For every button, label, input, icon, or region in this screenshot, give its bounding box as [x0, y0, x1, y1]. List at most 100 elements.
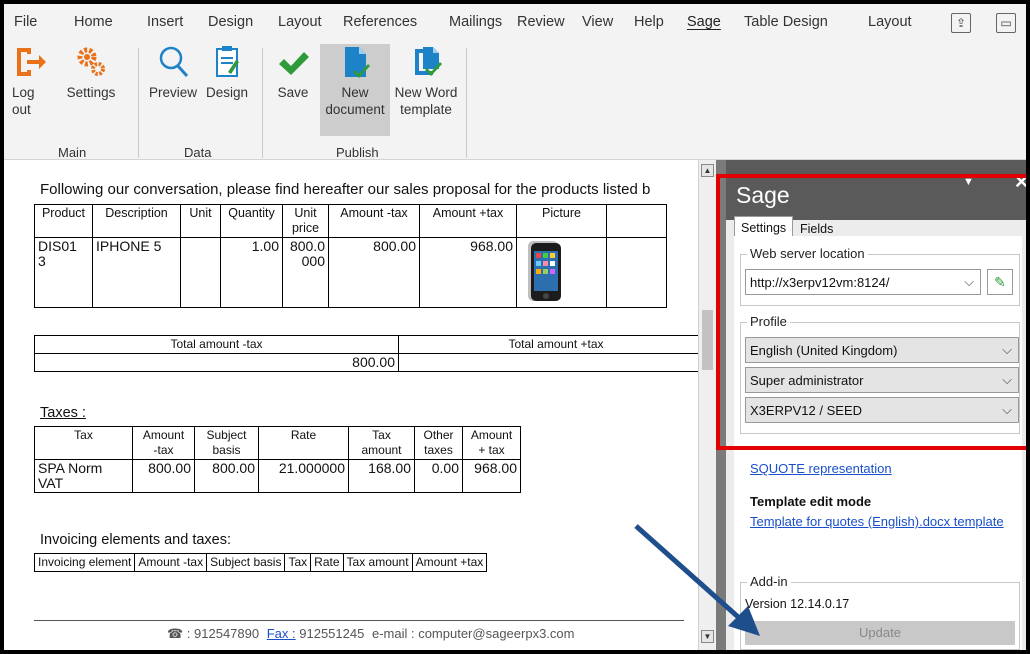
phone-picture — [528, 241, 561, 301]
tax-table: Tax Amount -tax Subject basis Rate Tax a… — [34, 426, 521, 493]
product-table: Product Description Unit Quantity Unit p… — [34, 204, 667, 308]
tab-insert[interactable]: Insert — [147, 14, 183, 30]
taxes-title: Taxes : — [40, 405, 86, 421]
table-cell — [398, 353, 698, 372]
table-header-cell: Quantity — [220, 204, 283, 238]
template-link[interactable]: Template for quotes (English).docx templ… — [750, 514, 1004, 529]
table-cell: 800.00 — [194, 459, 259, 493]
table-header-cell: Amount + tax — [462, 426, 521, 460]
tab-layout[interactable]: Layout — [278, 14, 322, 30]
tab-help[interactable]: Help — [634, 14, 664, 30]
footer-fax-label: Fax : — [266, 626, 296, 641]
preview-label: Preview — [148, 85, 197, 100]
footer-fax: 912551245 — [299, 626, 365, 641]
group-separator — [138, 48, 139, 158]
table-header-cell: Amount +tax — [419, 204, 517, 238]
table-header-cell: Other taxes — [414, 426, 463, 460]
sage-ribbon: Log out Settings Preview Design Save New… — [4, 40, 1026, 160]
scroll-thumb[interactable] — [702, 310, 713, 370]
totals-table: Total amount -tax Total amount +tax 800.… — [34, 335, 698, 372]
save-button[interactable]: Save — [272, 44, 314, 101]
logout-button[interactable]: Log out — [12, 44, 48, 118]
representation-link[interactable]: SQUOTE representation — [750, 461, 892, 476]
table-cell: SPA Norm VAT — [34, 459, 133, 493]
addin-fieldset: Add-in Version 12.14.0.17 Update — [740, 574, 1020, 650]
table-header-cell: Rate — [258, 426, 349, 460]
table-header-cell: Tax amount — [342, 553, 413, 572]
table-header-cell: Unit — [180, 204, 221, 238]
table-cell: 21.000000 — [258, 459, 349, 493]
word-window: File Home Insert Design Layout Reference… — [4, 4, 1026, 650]
settings-label: Settings — [66, 85, 116, 100]
group-separator — [262, 48, 263, 158]
tab-table-layout[interactable]: Layout — [868, 14, 912, 30]
settings-button[interactable]: Settings — [56, 44, 126, 101]
new-word-template-button[interactable]: New Word template — [392, 44, 460, 118]
table-header-cell: Unit price — [282, 204, 329, 238]
table-header-cell: Tax — [284, 553, 312, 572]
table-row: Invoicing element Amount -tax Subject ba… — [33, 553, 488, 572]
footer-contact: ☎ : 912547890 Fax : 912551245 e-mail : c… — [167, 626, 574, 642]
document-page[interactable]: Following our conversation, please find … — [4, 160, 698, 650]
checkmark-icon — [279, 52, 309, 75]
design-button[interactable]: Design — [202, 44, 252, 101]
share-icon[interactable]: ⇪ — [951, 13, 971, 33]
table-cell — [180, 237, 221, 308]
magnifier-icon — [159, 46, 189, 78]
table-header-cell: Subject basis — [194, 426, 259, 460]
table-header-cell: Tax amount — [348, 426, 415, 460]
table-cell: 168.00 — [348, 459, 415, 493]
group-label-data: Data — [184, 145, 212, 160]
table-row: 800.00 — [34, 353, 698, 372]
table-cell — [516, 237, 607, 308]
new-document-label: New document — [325, 85, 385, 117]
new-template-icon — [415, 47, 442, 76]
table-cell: 800.0 000 — [282, 237, 329, 308]
template-mode-title: Template edit mode — [750, 494, 872, 509]
invoicing-title: Invoicing elements and taxes: — [40, 532, 232, 548]
annotation-arrow — [634, 524, 760, 636]
table-cell: 968.00 — [462, 459, 521, 493]
group-label-main: Main — [58, 145, 87, 160]
footer-phone: ☎ : 912547890 — [167, 626, 260, 641]
tab-file[interactable]: File — [14, 14, 37, 30]
table-cell: 0.00 — [414, 459, 463, 493]
table-cell: IPHONE 5 — [92, 237, 181, 308]
table-header-cell: Picture — [516, 204, 607, 238]
update-button[interactable]: Update — [745, 621, 1015, 645]
tab-mailings[interactable]: Mailings — [449, 14, 502, 30]
table-row: Product Description Unit Quantity Unit p… — [34, 204, 667, 238]
table-header-cell: Description — [92, 204, 181, 238]
table-header-cell: Invoicing element — [33, 553, 136, 572]
table-header-cell: Amount +tax — [411, 553, 488, 572]
tab-table-design[interactable]: Table Design — [744, 14, 828, 30]
logout-label: Log out — [12, 85, 35, 117]
table-row: Total amount -tax Total amount +tax — [34, 335, 698, 354]
tab-review[interactable]: Review — [517, 14, 565, 30]
footer-email: e-mail : computer@sageerpx3.com — [371, 626, 575, 641]
tab-home[interactable]: Home — [74, 14, 113, 30]
table-row: SPA Norm VAT 800.00 800.00 21.000000 168… — [34, 459, 521, 493]
table-header-cell: Subject basis — [206, 553, 286, 572]
preview-button[interactable]: Preview — [144, 44, 202, 101]
intro-paragraph: Following our conversation, please find … — [40, 181, 651, 198]
tab-view[interactable]: View — [582, 14, 613, 30]
new-document-icon — [345, 47, 370, 78]
table-row: DIS01 3 IPHONE 5 1.00 800.0 000 800.00 9… — [34, 237, 667, 308]
table-row: Tax Amount -tax Subject basis Rate Tax a… — [34, 426, 521, 460]
new-document-button[interactable]: New document — [320, 44, 390, 136]
tab-sage[interactable]: Sage — [687, 14, 721, 30]
table-header-cell: Rate — [310, 553, 344, 572]
table-header-cell: Amount -tax — [328, 204, 420, 238]
total-tax-excl-label: Total amount -tax — [34, 335, 399, 354]
table-cell: 1.00 — [220, 237, 283, 308]
comments-icon[interactable]: ▭ — [996, 13, 1016, 33]
table-cell: 800.00 — [132, 459, 195, 493]
table-header-cell: Amount -tax — [134, 553, 208, 572]
tab-references[interactable]: References — [343, 14, 417, 30]
table-cell: 800.00 — [328, 237, 420, 308]
save-label: Save — [277, 85, 309, 100]
table-header-cell: Tax — [34, 426, 133, 460]
tab-design[interactable]: Design — [208, 14, 253, 30]
scroll-up-icon[interactable]: ▲ — [701, 164, 714, 177]
